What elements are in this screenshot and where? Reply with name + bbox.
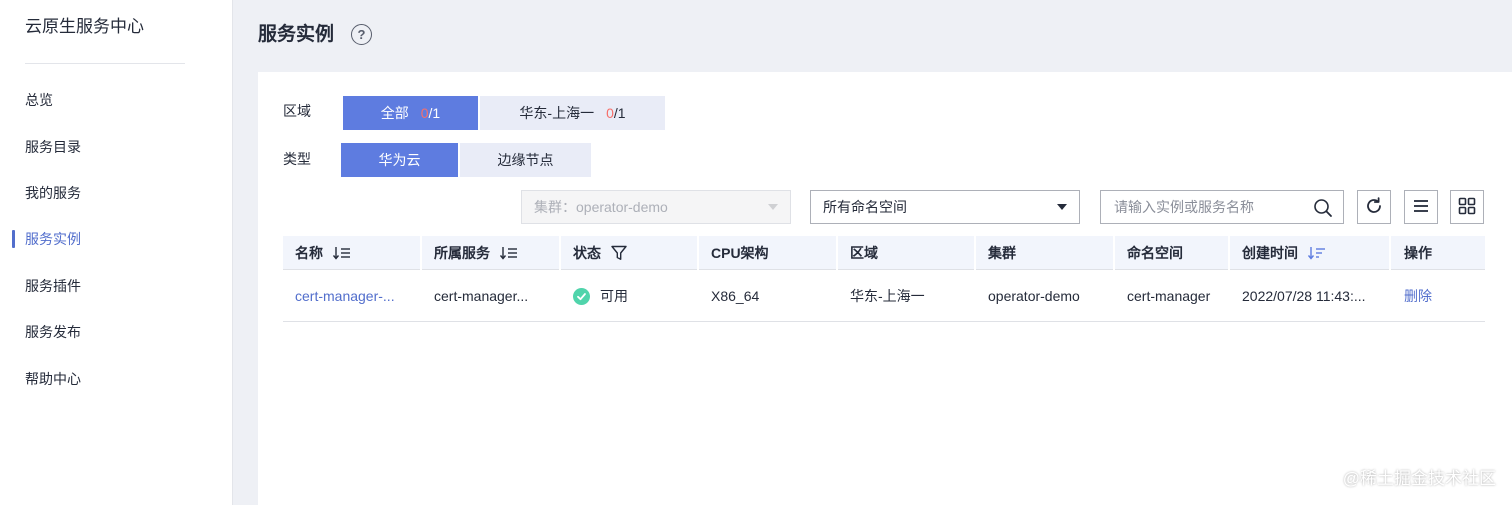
region-tab-count-total: /1: [428, 105, 441, 121]
type-tab-edge-node[interactable]: 边缘节点: [460, 143, 591, 177]
sidebar-divider: [25, 63, 185, 64]
cell-created: 2022/07/28 11:43:...: [1242, 288, 1366, 304]
column-header-namespace: 命名空间: [1127, 245, 1183, 261]
region-tab-count-available: 0: [606, 105, 614, 121]
sort-desc-icon[interactable]: [1308, 246, 1326, 260]
cell-status: 可用: [573, 271, 688, 321]
list-view-icon: [1412, 198, 1430, 217]
cell-region: 华东-上海一: [850, 288, 925, 304]
sidebar-item-help-center[interactable]: 帮助中心: [25, 369, 81, 389]
cluster-select: 集群：operator-demo: [521, 190, 791, 224]
chevron-down-icon: [1057, 204, 1067, 210]
search-input[interactable]: [1101, 191, 1301, 223]
column-header-actions: 操作: [1404, 245, 1432, 261]
table-header: 名称 所属服务 状态 CPU架构 区域 集群 命名空间 创建时间 操作: [283, 236, 1485, 270]
region-tab-label: 全部: [380, 105, 409, 121]
column-divider: [559, 236, 561, 270]
column-divider: [420, 236, 422, 270]
sidebar-item-overview[interactable]: 总览: [25, 90, 53, 110]
column-header-created[interactable]: 创建时间: [1242, 236, 1326, 270]
column-header-name[interactable]: 名称: [295, 236, 351, 270]
region-tab-east-shanghai1[interactable]: 华东-上海一 0/1: [480, 96, 665, 130]
check-circle-icon: [573, 287, 590, 305]
column-header-service[interactable]: 所属服务: [434, 236, 518, 270]
column-header-status[interactable]: 状态: [573, 236, 627, 270]
region-tab-count-total: /1: [613, 105, 626, 121]
column-header-label: 名称: [295, 245, 323, 261]
sidebar: 云原生服务中心 总览 服务目录 我的服务 服务实例 服务插件 服务发布 帮助中心: [0, 0, 233, 505]
sidebar-item-service-instances[interactable]: 服务实例: [25, 229, 81, 249]
column-divider: [1228, 236, 1230, 270]
cell-service: cert-manager...: [434, 288, 529, 304]
column-header-label: 所属服务: [434, 245, 490, 261]
region-tab-all[interactable]: 全部 0/1: [343, 96, 478, 130]
sidebar-item-service-publish[interactable]: 服务发布: [25, 322, 81, 342]
filter-icon[interactable]: [611, 245, 627, 261]
cell-cluster: operator-demo: [988, 288, 1080, 304]
status-text: 可用: [600, 288, 628, 304]
refresh-icon: [1364, 196, 1384, 219]
cell-cpu-arch: X86_64: [711, 288, 760, 304]
namespace-select[interactable]: 所有命名空间: [810, 190, 1080, 224]
column-divider: [974, 236, 976, 270]
column-divider: [1389, 236, 1391, 270]
main-card: 区域 全部 0/1 华东-上海一 0/1 类型 华为云 边缘节点 集群：oper…: [258, 72, 1512, 505]
sidebar-item-service-catalog[interactable]: 服务目录: [25, 137, 81, 157]
sidebar-item-my-services[interactable]: 我的服务: [25, 183, 81, 203]
page-title: 服务实例: [258, 24, 335, 45]
grid-view-button[interactable]: [1450, 190, 1484, 224]
question-circle-icon[interactable]: ?: [351, 24, 372, 45]
delete-link[interactable]: 删除: [1404, 271, 1464, 321]
table-row: cert-manager-... cert-manager... 可用 X86_…: [283, 271, 1485, 322]
search-box: [1100, 190, 1344, 224]
namespace-select-value: 所有命名空间: [823, 199, 907, 215]
column-header-cluster: 集群: [988, 245, 1016, 261]
cell-namespace: cert-manager: [1127, 288, 1211, 304]
column-divider: [697, 236, 699, 270]
search-icon[interactable]: [1313, 198, 1333, 221]
column-header-cpu-arch: CPU架构: [711, 245, 769, 261]
watermark: @稀土掘金技术社区: [1342, 469, 1496, 488]
type-label: 类型: [283, 151, 311, 167]
column-divider: [1113, 236, 1115, 270]
grid-view-icon: [1458, 197, 1476, 218]
cluster-select-value: 集群：operator-demo: [534, 199, 668, 215]
sidebar-item-service-plugins[interactable]: 服务插件: [25, 276, 81, 296]
region-label: 区域: [283, 103, 311, 119]
sort-icon[interactable]: [500, 246, 518, 260]
region-tab-count-available: 0: [420, 105, 429, 121]
column-header-region: 区域: [850, 245, 878, 261]
sort-icon[interactable]: [333, 246, 351, 260]
list-view-button[interactable]: [1404, 190, 1438, 224]
column-divider: [836, 236, 838, 270]
sidebar-title: 云原生服务中心: [25, 17, 144, 36]
refresh-button[interactable]: [1357, 190, 1391, 224]
chevron-down-icon: [768, 204, 778, 210]
active-indicator: [12, 230, 15, 248]
type-tab-huaweicloud[interactable]: 华为云: [341, 143, 458, 177]
region-tab-label: 华东-上海一: [519, 105, 595, 121]
column-header-label: 状态: [573, 245, 601, 261]
instance-name-link[interactable]: cert-manager-...: [295, 271, 410, 321]
column-header-label: 创建时间: [1242, 245, 1298, 261]
